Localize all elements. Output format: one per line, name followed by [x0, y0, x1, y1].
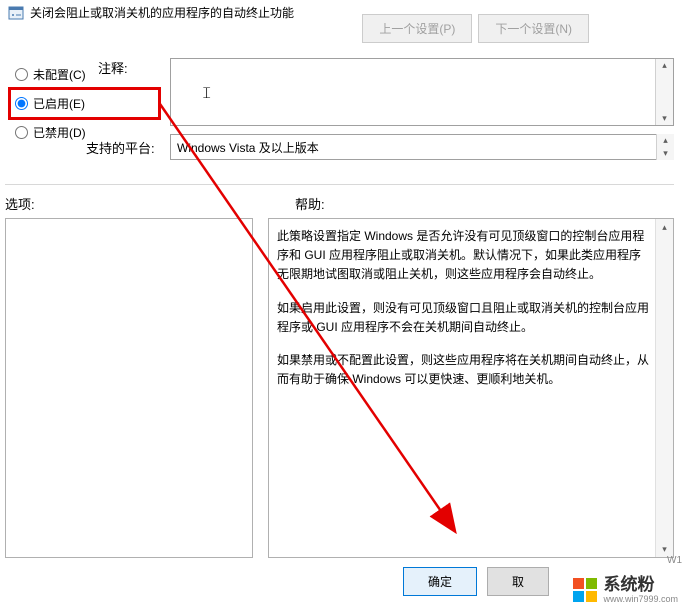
- radio-not-configured-label: 未配置(C): [33, 66, 86, 83]
- options-panel: [5, 218, 253, 558]
- platform-display: Windows Vista 及以上版本 ▴ ▾: [170, 134, 674, 160]
- policy-icon: [8, 5, 24, 21]
- comment-field-wrapper: 𝙸 ▴ ▾: [170, 58, 674, 126]
- options-label: 选项:: [5, 194, 35, 213]
- platform-label: 支持的平台:: [86, 138, 155, 157]
- radio-panel: 未配置(C) 已启用(E) 已禁用(D): [0, 54, 165, 147]
- comment-scrollbar[interactable]: ▴ ▾: [655, 59, 673, 125]
- scroll-up-icon[interactable]: ▴: [657, 134, 674, 147]
- scroll-down-icon[interactable]: ▾: [656, 112, 673, 125]
- help-scrollbar[interactable]: ▴ ▾: [655, 219, 673, 557]
- scroll-down-icon[interactable]: ▾: [657, 147, 674, 160]
- help-paragraph-3: 如果禁用或不配置此设置，则这些应用程序将在关机期间自动终止，从而有助于确保 Wi…: [277, 351, 649, 389]
- help-paragraph-2: 如果启用此设置，则没有可见顶级窗口且阻止或取消关机的控制台应用程序或 GUI 应…: [277, 299, 649, 337]
- help-label: 帮助:: [295, 194, 325, 213]
- watermark-site: www.win7999.com: [603, 595, 678, 604]
- help-paragraph-1: 此策略设置指定 Windows 是否允许没有可见顶级窗口的控制台应用程序和 GU…: [277, 227, 649, 285]
- comment-input[interactable]: [171, 59, 655, 125]
- windows-logo-icon: [573, 578, 597, 602]
- watermark: 系统粉 www.win7999.com: [573, 576, 678, 604]
- next-setting-button[interactable]: 下一个设置(N): [478, 14, 589, 43]
- ok-button[interactable]: 确定: [403, 567, 477, 596]
- nav-button-group: 上一个设置(P) 下一个设置(N): [362, 14, 589, 43]
- radio-enabled-label: 已启用(E): [33, 95, 85, 112]
- radio-not-configured[interactable]: 未配置(C): [10, 60, 165, 89]
- radio-disabled-input[interactable]: [15, 126, 28, 139]
- watermark-partial: W1: [667, 555, 682, 566]
- radio-enabled[interactable]: 已启用(E): [10, 89, 159, 118]
- platform-value: Windows Vista 及以上版本: [177, 139, 319, 156]
- platform-field-wrapper: Windows Vista 及以上版本 ▴ ▾: [170, 134, 674, 160]
- help-panel: 此策略设置指定 Windows 是否允许没有可见顶级窗口的控制台应用程序和 GU…: [268, 218, 674, 558]
- dialog-buttons: 确定 取: [403, 567, 549, 596]
- section-divider: [5, 184, 674, 185]
- watermark-brand: 系统粉: [603, 576, 678, 593]
- platform-scrollbar[interactable]: ▴ ▾: [656, 134, 674, 160]
- cancel-button[interactable]: 取: [487, 567, 549, 596]
- scroll-up-icon[interactable]: ▴: [656, 59, 673, 72]
- radio-enabled-input[interactable]: [15, 97, 28, 110]
- prev-setting-button[interactable]: 上一个设置(P): [362, 14, 472, 43]
- scroll-up-icon[interactable]: ▴: [656, 219, 673, 235]
- window-title: 关闭会阻止或取消关机的应用程序的自动终止功能: [30, 4, 294, 21]
- radio-not-configured-input[interactable]: [15, 68, 28, 81]
- radio-disabled-label: 已禁用(D): [33, 124, 86, 141]
